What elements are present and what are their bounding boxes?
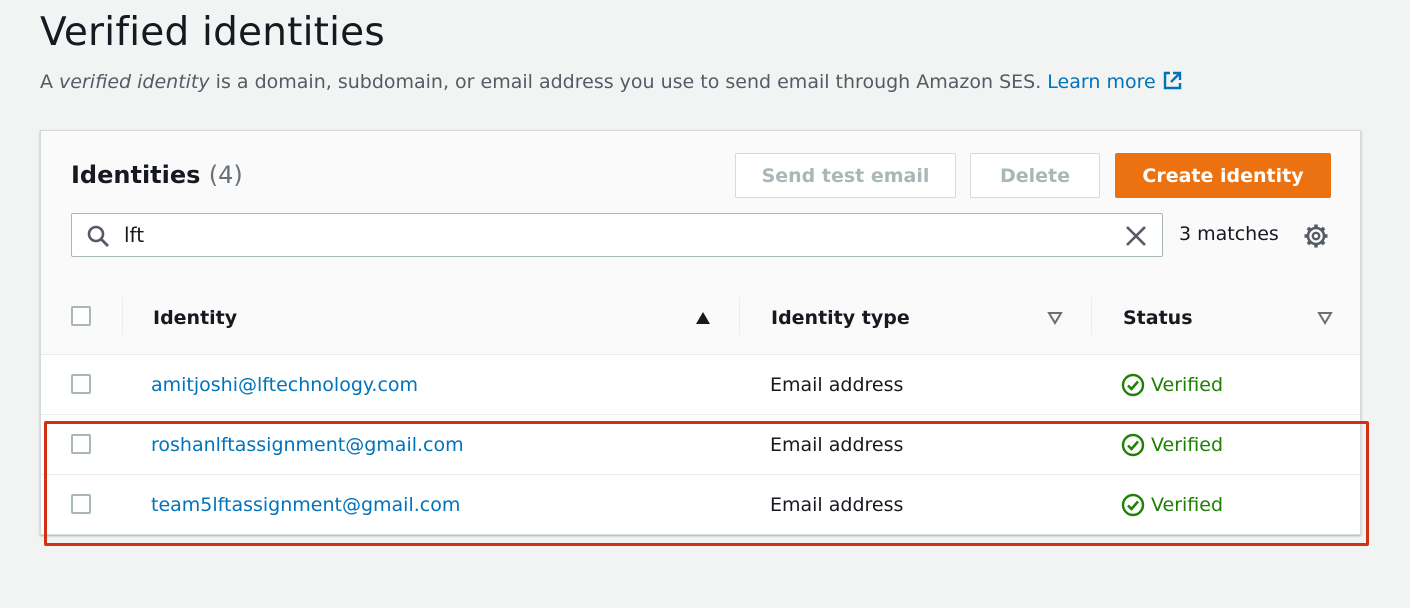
column-header-identity[interactable]: Identity [153,307,237,329]
sort-unsorted-icon[interactable] [1317,311,1333,325]
search-icon [87,225,109,247]
page-description: A verified identity is a domain, subdoma… [40,70,1183,93]
delete-button[interactable]: Delete [970,153,1100,198]
identities-panel: Identities (4) Send test email Delete Cr… [40,130,1361,535]
column-header-status[interactable]: Status [1123,307,1193,329]
table-row[interactable]: roshanlftassignment@gmail.com Email addr… [41,415,1360,475]
identity-count: (4) [208,161,243,189]
identity-cell: team5lftassignment@gmail.com [151,475,460,535]
identity-link[interactable]: roshanlftassignment@gmail.com [151,434,464,456]
panel-title: Identities (4) [71,161,243,189]
identity-link[interactable]: team5lftassignment@gmail.com [151,494,460,516]
page: Verified identities A verified identity … [0,0,1410,608]
description-suffix: is a domain, subdomain, or email address… [209,71,1048,93]
column-divider [122,297,123,335]
column-divider [739,297,740,335]
column-divider [1091,297,1092,335]
status-label: Verified [1151,434,1224,456]
sort-ascending-icon[interactable] [695,311,711,325]
match-count: 3 matches [1179,223,1279,245]
table-row[interactable]: team5lftassignment@gmail.com Email addre… [41,475,1360,535]
check-circle-icon [1121,433,1145,457]
row-checkbox[interactable] [71,374,91,394]
row-checkbox[interactable] [71,434,91,454]
create-identity-button[interactable]: Create identity [1115,153,1331,198]
close-icon[interactable] [1124,224,1148,248]
search-value: lft [124,223,145,247]
description-prefix: A [40,71,60,93]
panel-title-label: Identities [71,161,201,189]
identity-link[interactable]: amitjoshi@lftechnology.com [151,374,418,396]
external-link-icon [1163,71,1181,90]
page-title: Verified identities [40,10,385,55]
sort-unsorted-icon[interactable] [1047,311,1063,325]
column-header-identity-type[interactable]: Identity type [771,307,910,329]
status-label: Verified [1151,494,1224,516]
identity-cell: amitjoshi@lftechnology.com [151,355,418,415]
select-all-checkbox[interactable] [71,306,91,326]
identity-type-cell: Email address [770,374,904,396]
check-circle-icon [1121,493,1145,517]
status-cell: Verified [1121,355,1223,415]
status-label: Verified [1151,374,1224,396]
gear-icon[interactable] [1303,223,1329,249]
identity-cell: roshanlftassignment@gmail.com [151,415,464,475]
status-cell: Verified [1121,415,1223,475]
check-circle-icon [1121,373,1145,397]
identity-type-cell: Email address [770,494,904,516]
identity-type-cell: Email address [770,434,904,456]
description-emphasis: verified identity [59,71,210,93]
learn-more-link[interactable]: Learn more [1047,71,1182,93]
send-test-email-button[interactable]: Send test email [735,153,956,198]
status-cell: Verified [1121,475,1223,535]
panel-header: Identities (4) Send test email Delete Cr… [41,131,1360,355]
search-input[interactable]: lft [71,213,1163,257]
row-checkbox[interactable] [71,494,91,514]
table-row[interactable]: amitjoshi@lftechnology.com Email address… [41,355,1360,415]
learn-more-label: Learn more [1047,71,1156,93]
